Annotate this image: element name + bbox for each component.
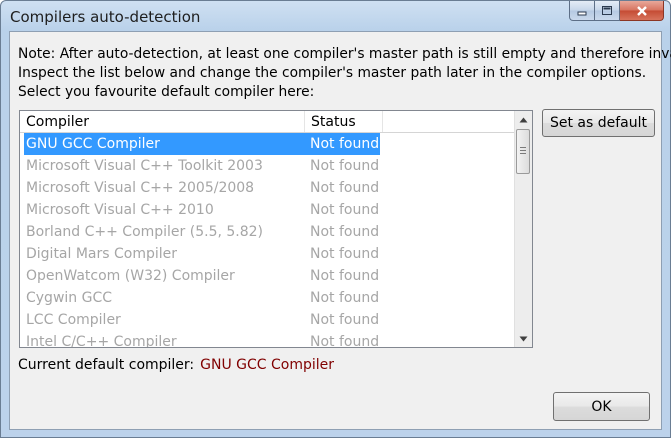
note-line: Select you favourite default compiler he… <box>18 84 315 100</box>
grip-line <box>520 147 526 148</box>
list-row[interactable]: LCC Compiler Not found <box>24 309 514 331</box>
grip-line <box>520 150 526 151</box>
list-row[interactable]: Digital Mars Compiler Not found <box>24 243 514 265</box>
close-icon <box>636 5 647 16</box>
column-header-status[interactable]: Status <box>305 111 383 132</box>
scroll-thumb[interactable] <box>516 129 530 174</box>
close-button[interactable] <box>620 1 664 21</box>
arrow-up-icon <box>519 117 528 122</box>
list-rows: GNU GCC Compiler Not found Microsoft Vis… <box>24 133 514 348</box>
list-row[interactable]: Cygwin GCC Not found <box>24 287 514 309</box>
column-header-compiler[interactable]: Compiler <box>20 111 305 132</box>
list-row[interactable]: OpenWatcom (W32) Compiler Not found <box>24 265 514 287</box>
ok-button[interactable]: OK <box>553 392 650 421</box>
list-row[interactable]: Borland C++ Compiler (5.5, 5.82) Not fou… <box>24 221 514 243</box>
compiler-status: Not found <box>310 312 380 328</box>
compiler-name: Microsoft Visual C++ 2005/2008 <box>26 180 255 196</box>
compiler-name: GNU GCC Compiler <box>24 133 305 155</box>
list-row[interactable]: Microsoft Visual C++ Toolkit 2003 Not fo… <box>24 155 514 177</box>
current-default-value: GNU GCC Compiler <box>200 357 335 373</box>
caption-buttons <box>569 1 664 22</box>
maximize-icon <box>602 6 612 15</box>
note-line: Inspect the list below and change the co… <box>18 65 647 81</box>
compiler-status: Not found <box>310 334 380 348</box>
compiler-name: Cygwin GCC <box>26 290 113 306</box>
compiler-name: Borland C++ Compiler (5.5, 5.82) <box>26 224 264 240</box>
compiler-status: Not found <box>305 133 380 155</box>
compiler-name: OpenWatcom (W32) Compiler <box>26 268 235 284</box>
compiler-status: Not found <box>310 246 380 262</box>
compiler-status: Not found <box>310 158 380 174</box>
compiler-status: Not found <box>310 202 380 218</box>
compiler-list[interactable]: Compiler Status GNU GCC Compiler Not fou… <box>19 110 533 348</box>
compiler-status: Not found <box>310 290 380 306</box>
vertical-scrollbar[interactable] <box>514 111 532 347</box>
note-line: Note: After auto-detection, at least one… <box>18 46 671 62</box>
compiler-status: Not found <box>310 180 380 196</box>
list-header: Compiler Status <box>20 111 515 133</box>
grip-line <box>520 153 526 154</box>
list-row[interactable]: GNU GCC Compiler Not found <box>24 133 514 155</box>
scroll-down-button[interactable] <box>515 330 532 347</box>
dialog-window: Compilers auto-detection Note: After aut… <box>0 0 671 438</box>
minimize-button[interactable] <box>569 1 595 21</box>
arrow-down-icon <box>519 336 528 341</box>
current-default-compiler: Current default compiler: GNU GCC Compile… <box>18 357 334 373</box>
window-title: Compilers auto-detection <box>10 8 201 26</box>
compiler-name: LCC Compiler <box>26 312 121 328</box>
minimize-icon <box>577 11 587 15</box>
compiler-status: Not found <box>310 224 380 240</box>
compiler-name: Microsoft Visual C++ Toolkit 2003 <box>26 158 263 174</box>
note-text: Note: After auto-detection, at least one… <box>18 45 671 102</box>
compiler-name: Microsoft Visual C++ 2010 <box>26 202 214 218</box>
scroll-up-button[interactable] <box>515 111 532 128</box>
compiler-name: Intel C/C++ Compiler <box>26 334 177 348</box>
list-row[interactable]: Microsoft Visual C++ 2010 Not found <box>24 199 514 221</box>
dialog-client-area: Note: After auto-detection, at least one… <box>9 31 671 430</box>
maximize-button[interactable] <box>595 1 620 21</box>
compiler-name: Digital Mars Compiler <box>26 246 178 262</box>
current-default-label: Current default compiler: <box>18 357 195 373</box>
list-row[interactable]: Intel C/C++ Compiler Not found <box>24 331 514 348</box>
list-row[interactable]: Microsoft Visual C++ 2005/2008 Not found <box>24 177 514 199</box>
compiler-status: Not found <box>310 268 380 284</box>
set-as-default-button[interactable]: Set as default <box>542 109 655 137</box>
